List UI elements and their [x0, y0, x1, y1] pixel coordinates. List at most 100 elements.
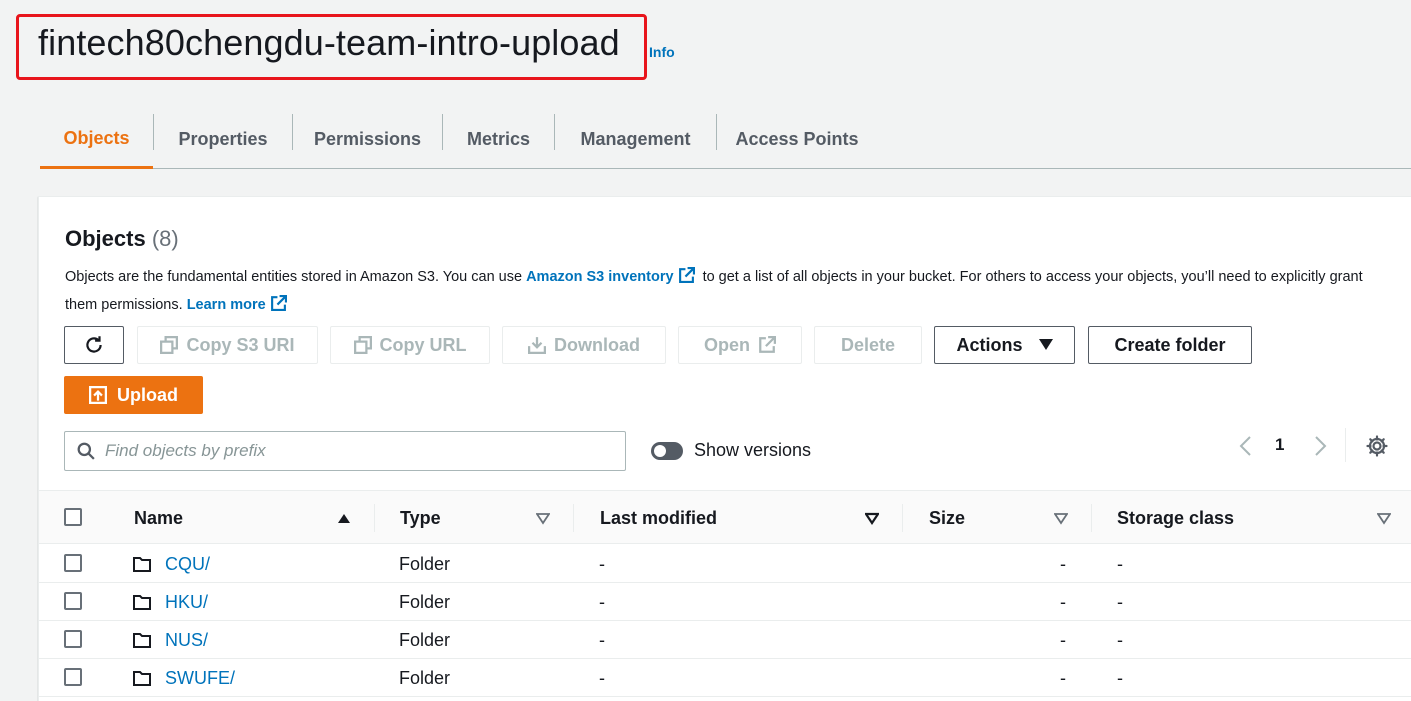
tab-access-points[interactable]: Access Points [717, 110, 877, 169]
column-header-name[interactable]: Name [134, 491, 183, 545]
row-checkbox[interactable] [64, 592, 82, 610]
sort-ascending-icon[interactable] [337, 511, 351, 525]
object-type: Folder [399, 553, 451, 574]
table-row: SWUFE/ Folder - - - [39, 659, 1411, 697]
object-storage-class: - [1117, 667, 1123, 688]
table-row: HKU/ Folder - - - [39, 583, 1411, 621]
copy-icon [353, 336, 372, 354]
description-text-1: Objects are the fundamental entities sto… [65, 269, 523, 285]
s3-inventory-link[interactable]: Amazon S3 inventory [526, 269, 673, 285]
object-last-modified: - [599, 629, 605, 650]
show-versions-toggle[interactable] [651, 442, 683, 460]
external-link-icon [270, 295, 287, 321]
object-last-modified: - [599, 553, 605, 574]
tab-objects[interactable]: Objects [40, 110, 153, 169]
object-name-link[interactable]: CQU/ [165, 545, 210, 583]
open-label: Open [703, 334, 750, 355]
column-header-storage-class[interactable]: Storage class [1117, 491, 1234, 545]
sort-icon[interactable] [536, 511, 550, 525]
table-header: Name Type Last modified Size Storage cla… [39, 490, 1411, 544]
upload-label: Upload [117, 384, 178, 405]
caret-down-icon [1038, 339, 1053, 350]
copy-url-button[interactable]: Copy URL [330, 326, 490, 364]
search-box [64, 431, 626, 471]
external-link-icon [759, 336, 776, 353]
upload-icon [89, 386, 107, 404]
object-size: - [1060, 667, 1066, 688]
toggle-knob [654, 445, 666, 457]
object-type: Folder [399, 667, 451, 688]
pager-divider [1345, 428, 1346, 462]
object-size: - [1060, 553, 1066, 574]
table-row: NUS/ Folder - - - [39, 621, 1411, 659]
objects-title: Objects [65, 226, 146, 251]
column-divider [573, 504, 574, 532]
objects-heading: Objects (8) [65, 226, 179, 252]
table-row: CQU/ Folder - - - [39, 545, 1411, 583]
column-header-size[interactable]: Size [929, 491, 965, 545]
tab-management[interactable]: Management [555, 110, 716, 169]
object-storage-class: - [1117, 629, 1123, 650]
search-input[interactable] [105, 441, 605, 461]
object-name-link[interactable]: SWUFE/ [165, 659, 235, 697]
create-folder-button[interactable]: Create folder [1088, 326, 1252, 364]
object-size: - [1060, 591, 1066, 612]
column-divider [902, 504, 903, 532]
objects-count: (8) [151, 226, 179, 251]
object-last-modified: - [599, 667, 605, 688]
chevron-right-icon[interactable] [1311, 435, 1329, 457]
tab-bar: Objects Properties Permissions Metrics M… [40, 110, 1411, 169]
column-divider [374, 504, 375, 532]
column-header-last-modified[interactable]: Last modified [600, 491, 717, 545]
sort-icon[interactable] [1054, 511, 1068, 525]
create-folder-label: Create folder [1114, 334, 1226, 355]
delete-button[interactable]: Delete [814, 326, 922, 364]
refresh-button[interactable] [64, 326, 124, 364]
folder-icon [133, 557, 151, 572]
object-type: Folder [399, 591, 451, 612]
object-type: Folder [399, 629, 451, 650]
actions-label: Actions [956, 334, 1023, 355]
upload-button[interactable]: Upload [64, 376, 203, 414]
chevron-left-icon[interactable] [1237, 435, 1255, 457]
folder-icon [133, 595, 151, 610]
tab-metrics[interactable]: Metrics [443, 110, 554, 169]
object-storage-class: - [1117, 553, 1123, 574]
download-label: Download [554, 334, 640, 355]
download-icon [528, 337, 546, 354]
row-checkbox[interactable] [64, 668, 82, 686]
page-title: fintech80chengdu-team-intro-upload [38, 22, 620, 63]
learn-more-link[interactable]: Learn more [187, 297, 266, 313]
column-header-type[interactable]: Type [400, 491, 441, 545]
current-page[interactable]: 1 [1275, 435, 1284, 455]
objects-description: Objects are the fundamental entities sto… [65, 265, 1365, 321]
external-link-icon [678, 267, 695, 293]
tab-permissions[interactable]: Permissions [293, 110, 442, 169]
delete-label: Delete [840, 334, 896, 355]
copy-s3-uri-label: Copy S3 URI [186, 334, 295, 355]
folder-icon [133, 633, 151, 648]
object-name-link[interactable]: HKU/ [165, 583, 208, 621]
search-icon [77, 442, 95, 460]
sort-icon[interactable] [865, 511, 879, 525]
copy-url-label: Copy URL [379, 334, 467, 355]
copy-s3-uri-button[interactable]: Copy S3 URI [137, 326, 318, 364]
open-button[interactable]: Open [678, 326, 802, 364]
folder-icon [133, 671, 151, 686]
gear-icon[interactable] [1365, 434, 1389, 458]
column-divider [1091, 504, 1092, 532]
object-size: - [1060, 629, 1066, 650]
actions-dropdown[interactable]: Actions [934, 326, 1075, 364]
object-storage-class: - [1117, 591, 1123, 612]
row-checkbox[interactable] [64, 630, 82, 648]
sort-icon[interactable] [1377, 511, 1391, 525]
tab-properties[interactable]: Properties [154, 110, 292, 169]
object-name-link[interactable]: NUS/ [165, 621, 208, 659]
select-all-checkbox[interactable] [64, 508, 82, 526]
object-last-modified: - [599, 591, 605, 612]
show-versions-label: Show versions [694, 440, 812, 460]
refresh-icon [86, 336, 102, 353]
info-link[interactable]: Info [649, 44, 675, 60]
row-checkbox[interactable] [64, 554, 82, 572]
download-button[interactable]: Download [502, 326, 666, 364]
